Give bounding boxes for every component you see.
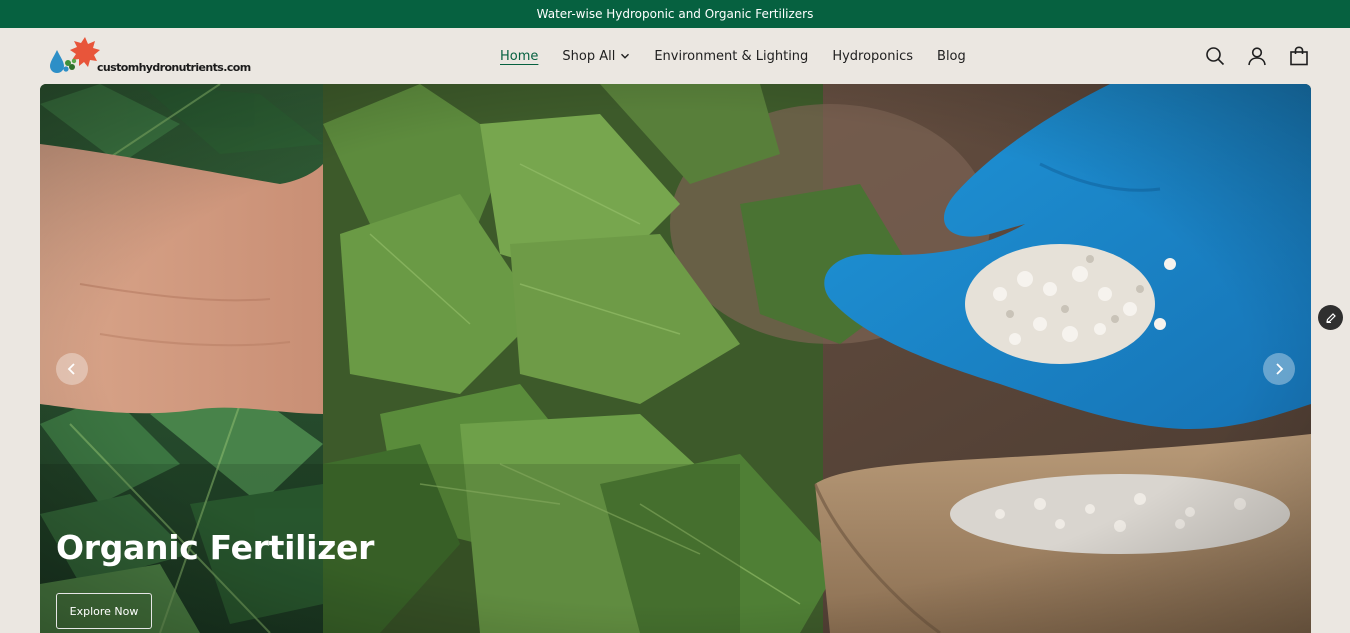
slide-prev-button[interactable] xyxy=(56,353,88,385)
edit-button[interactable] xyxy=(1318,305,1343,330)
header-icons xyxy=(1204,45,1310,67)
nav-environment-lighting-label: Environment & Lighting xyxy=(654,48,809,64)
chevron-down-icon xyxy=(621,53,630,59)
account-icon[interactable] xyxy=(1246,45,1268,67)
logo[interactable]: customhydronutrients.com xyxy=(48,36,251,76)
hero-title: Organic Fertilizer xyxy=(56,528,375,567)
slide-next-button[interactable] xyxy=(1263,353,1295,385)
announcement-bar: Water-wise Hydroponic and Organic Fertil… xyxy=(0,0,1350,28)
logo-mark-icon xyxy=(50,37,100,73)
nav-environment-lighting[interactable]: Environment & Lighting xyxy=(654,49,808,64)
nav-blog[interactable]: Blog xyxy=(937,49,966,64)
nav-shop-all-label: Shop All xyxy=(562,48,616,64)
explore-now-button[interactable]: Explore Now xyxy=(56,593,152,629)
nav-shop-all[interactable]: Shop All xyxy=(562,49,630,64)
cart-icon[interactable] xyxy=(1288,45,1310,67)
pencil-icon xyxy=(1325,312,1336,323)
nav-blog-label: Blog xyxy=(937,48,966,64)
chevron-left-icon xyxy=(67,363,75,375)
logo-text: customhydronutrients.com xyxy=(97,61,251,74)
search-icon[interactable] xyxy=(1204,45,1226,67)
main-nav: Home Shop All Environment & Lighting Hyd… xyxy=(500,28,966,84)
site-header: customhydronutrients.com Home Shop All E… xyxy=(0,28,1350,84)
chevron-right-icon xyxy=(1276,363,1284,375)
nav-hydroponics-label: Hydroponics xyxy=(832,48,914,64)
nav-home-label: Home xyxy=(500,48,539,64)
announcement-text: Water-wise Hydroponic and Organic Fertil… xyxy=(536,7,814,21)
nav-hydroponics[interactable]: Hydroponics xyxy=(832,49,913,64)
nav-home[interactable]: Home xyxy=(500,49,538,64)
hero-slideshow: Organic Fertilizer Explore Now xyxy=(40,84,1311,633)
